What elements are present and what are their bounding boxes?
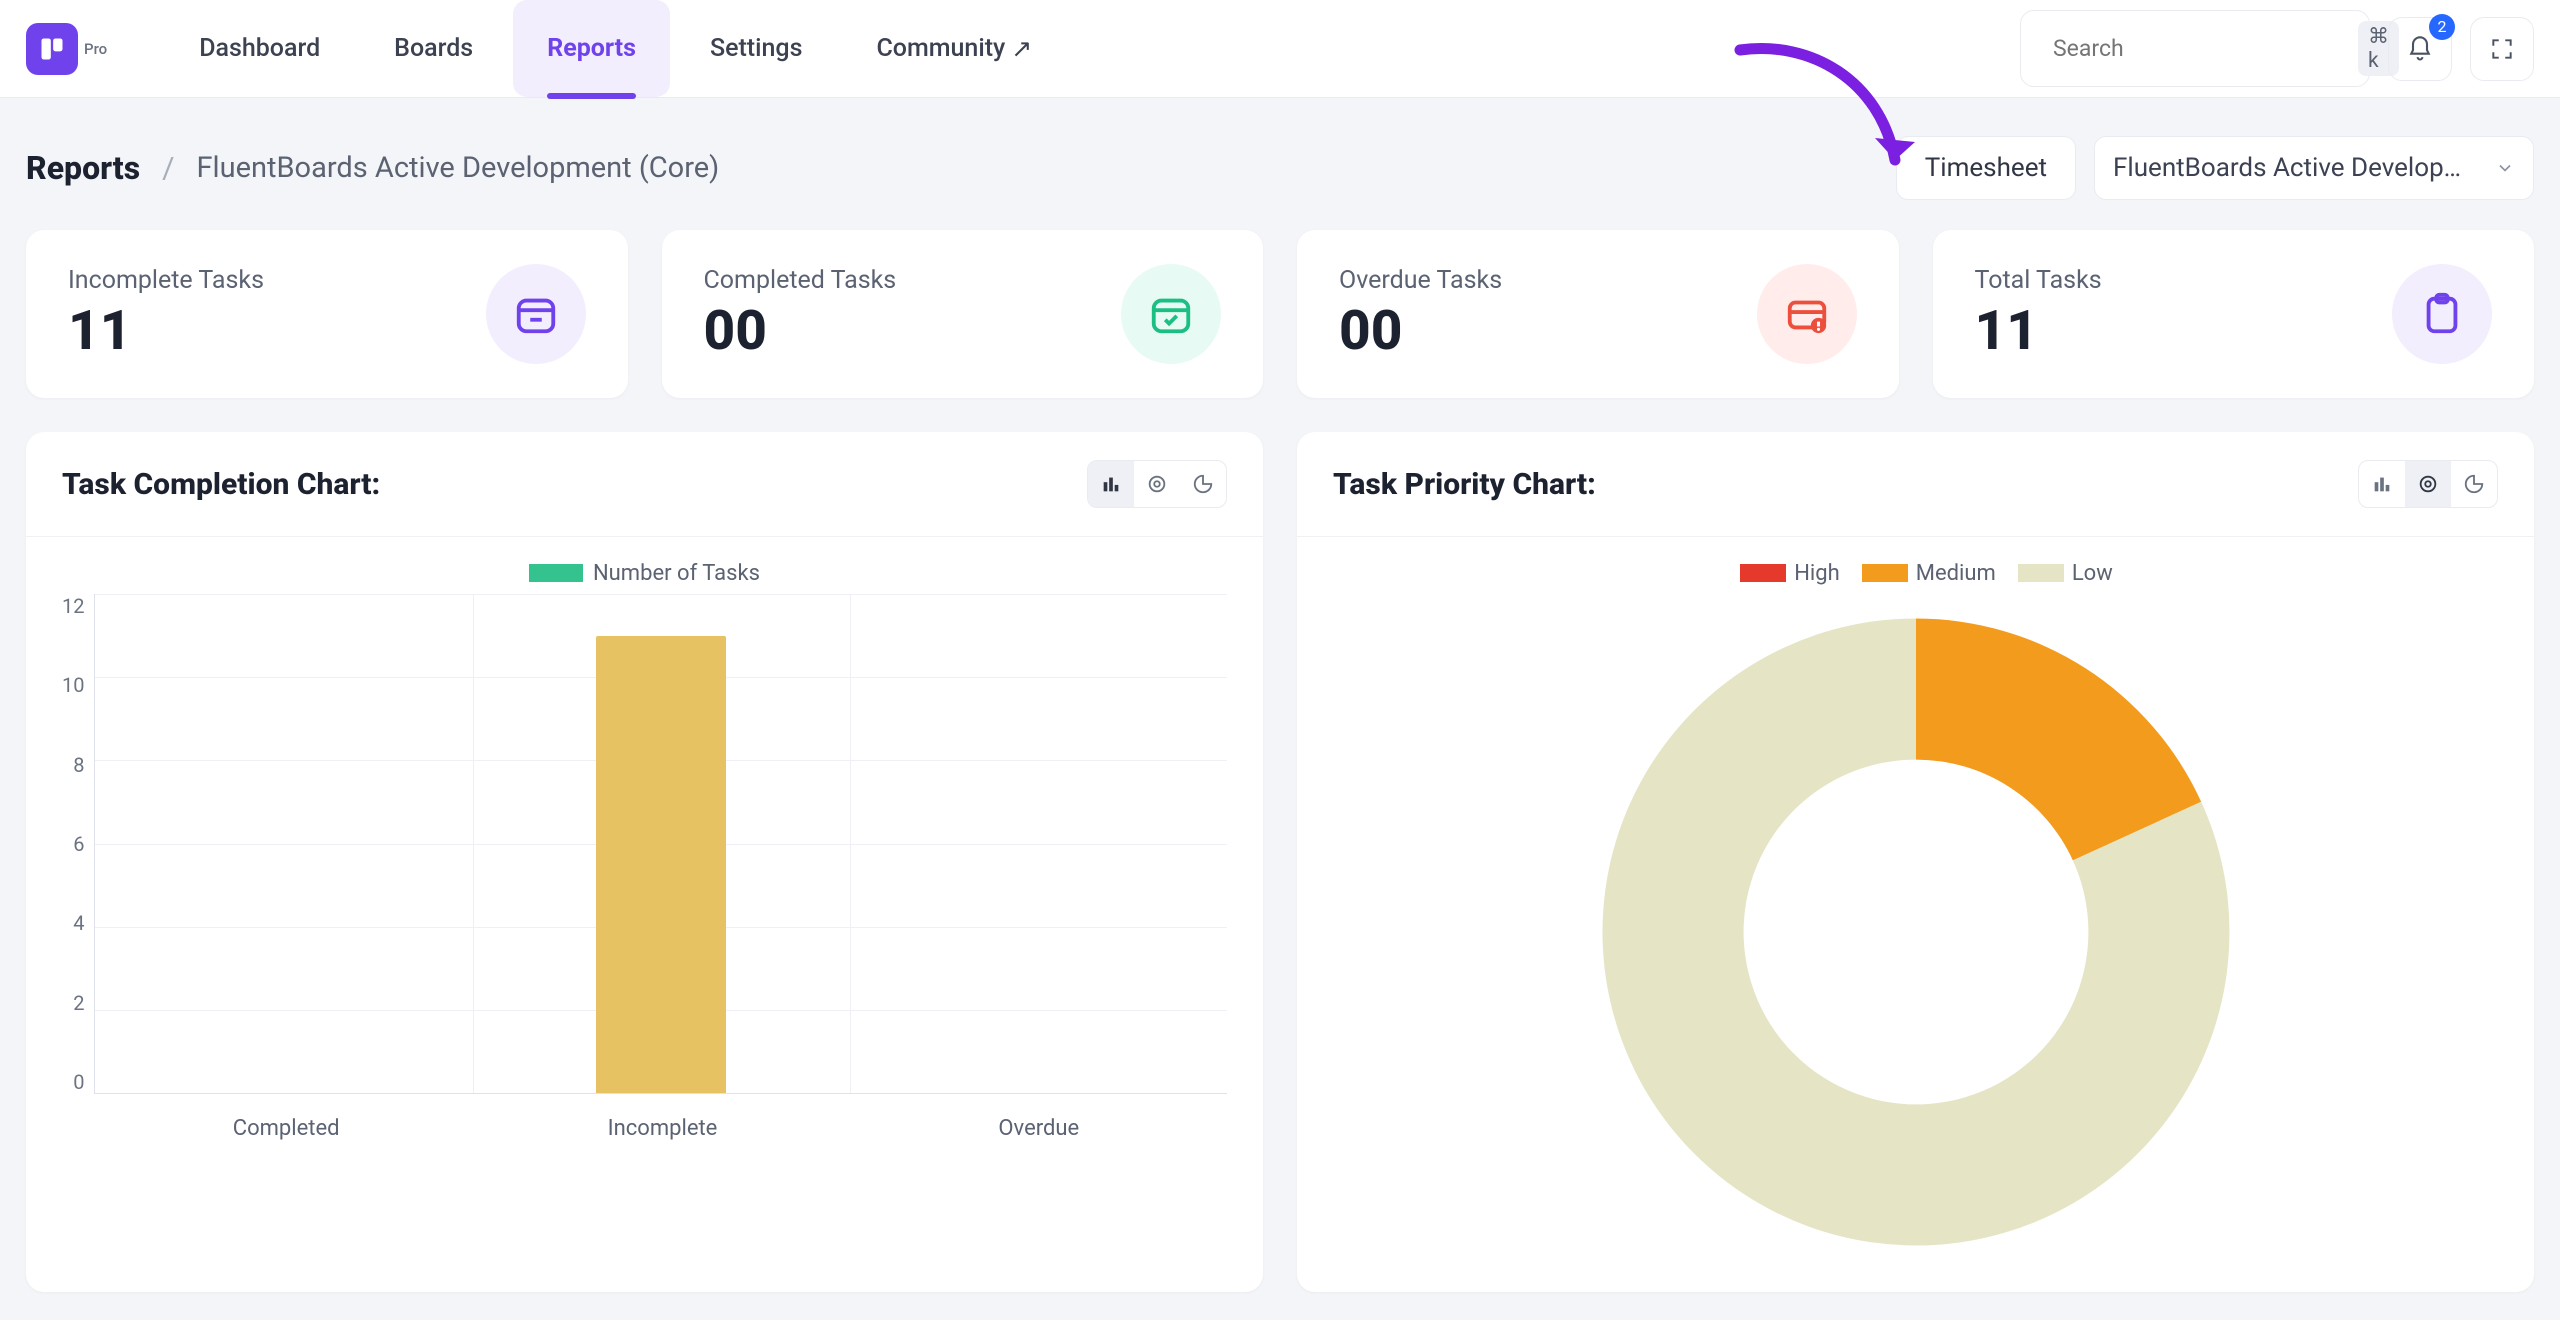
y-tick: 4 bbox=[73, 911, 84, 935]
x-tick: Overdue bbox=[851, 1116, 1227, 1141]
legend-swatch bbox=[1740, 564, 1786, 582]
bar-incomplete[interactable] bbox=[596, 636, 726, 1093]
pie-chart-icon[interactable] bbox=[1180, 461, 1226, 507]
y-axis: 12 10 8 6 4 2 0 bbox=[62, 594, 94, 1094]
calendar-minus-icon bbox=[486, 264, 586, 364]
x-axis: CompletedIncompleteOverdue bbox=[98, 1116, 1227, 1141]
y-tick: 8 bbox=[73, 753, 84, 777]
y-tick: 0 bbox=[73, 1070, 84, 1094]
donut-chart bbox=[1586, 602, 2246, 1262]
card-value: 00 bbox=[704, 299, 897, 363]
timesheet-button[interactable]: Timesheet bbox=[1896, 136, 2076, 200]
primary-nav: DashboardBoardsReportsSettingsCommunity↗ bbox=[165, 0, 1066, 97]
subhead: Reports / FluentBoards Active Developmen… bbox=[0, 98, 2560, 230]
fullscreen-button[interactable] bbox=[2470, 17, 2534, 81]
stat-cards: Incomplete Tasks11Completed Tasks00Overd… bbox=[0, 230, 2560, 398]
nav-settings[interactable]: Settings bbox=[676, 0, 837, 97]
task-completion-panel: Task Completion Chart: Number of Tasks 1… bbox=[26, 432, 1263, 1292]
topbar: Pro DashboardBoardsReportsSettingsCommun… bbox=[0, 0, 2560, 98]
nav-dashboard[interactable]: Dashboard bbox=[165, 0, 354, 97]
panel-body: High Medium Low bbox=[1297, 537, 2534, 1292]
bar-legend: Number of Tasks bbox=[62, 561, 1227, 586]
panel-title: Task Priority Chart: bbox=[1333, 467, 1596, 502]
chart-type-segmented-left bbox=[1087, 460, 1227, 508]
logo-tag: Pro bbox=[84, 40, 107, 58]
pie-chart-icon[interactable] bbox=[2451, 461, 2497, 507]
chart-row: Task Completion Chart: Number of Tasks 1… bbox=[0, 398, 2560, 1292]
clipboard-icon bbox=[2392, 264, 2492, 364]
breadcrumb-sep: / bbox=[162, 151, 174, 186]
legend-swatch bbox=[529, 564, 583, 582]
task-priority-panel: Task Priority Chart: High Medium Low bbox=[1297, 432, 2534, 1292]
bar-chart-icon[interactable] bbox=[1088, 461, 1134, 507]
board-select-value: FluentBoards Active Develop… bbox=[2113, 153, 2461, 183]
donut-legend: High Medium Low bbox=[1333, 561, 2498, 586]
breadcrumb-root[interactable]: Reports bbox=[26, 149, 140, 187]
legend-label: High bbox=[1794, 561, 1840, 586]
y-tick: 10 bbox=[62, 673, 84, 697]
legend-label: Number of Tasks bbox=[593, 561, 760, 586]
expand-icon bbox=[2489, 36, 2515, 62]
board-select[interactable]: FluentBoards Active Develop… bbox=[2094, 136, 2534, 200]
card-value: 11 bbox=[68, 299, 264, 363]
chart-type-segmented-right bbox=[2358, 460, 2498, 508]
bell-icon bbox=[2406, 35, 2434, 63]
search-input[interactable] bbox=[2053, 35, 2344, 62]
nav-boards[interactable]: Boards bbox=[360, 0, 507, 97]
bar-chart-icon[interactable] bbox=[2359, 461, 2405, 507]
subhead-actions: Timesheet FluentBoards Active Develop… bbox=[1896, 136, 2534, 200]
card-total: Total Tasks 11 bbox=[1933, 230, 2535, 398]
panel-head: Task Completion Chart: bbox=[26, 432, 1263, 537]
notifications-button[interactable]: 2 bbox=[2388, 17, 2452, 81]
card-incomplete: Incomplete Tasks 11 bbox=[26, 230, 628, 398]
y-tick: 2 bbox=[73, 991, 84, 1015]
card-alert-icon bbox=[1757, 264, 1857, 364]
card-label: Total Tasks bbox=[1975, 266, 2102, 295]
card-value: 11 bbox=[1975, 299, 2102, 363]
donut-chart-icon[interactable] bbox=[2405, 461, 2451, 507]
legend-swatch bbox=[2018, 564, 2064, 582]
panel-title: Task Completion Chart: bbox=[62, 467, 380, 502]
nav-reports[interactable]: Reports bbox=[513, 0, 670, 97]
topbar-right: ⌘ k 2 bbox=[2020, 10, 2534, 87]
panel-body: Number of Tasks 12 10 8 6 4 2 0 CompletedIncom… bbox=[26, 537, 1263, 1171]
logo-wrap: Pro bbox=[26, 23, 107, 75]
nav-community[interactable]: Community↗ bbox=[842, 0, 1066, 97]
panel-head: Task Priority Chart: bbox=[1297, 432, 2534, 537]
card-completed: Completed Tasks 00 bbox=[662, 230, 1264, 398]
donut-wrap bbox=[1333, 602, 2498, 1262]
breadcrumb-leaf: FluentBoards Active Development (Core) bbox=[197, 151, 720, 185]
notification-badge: 2 bbox=[2429, 14, 2455, 40]
calendar-check-icon bbox=[1121, 264, 1221, 364]
card-label: Incomplete Tasks bbox=[68, 266, 264, 295]
chevron-down-icon bbox=[2495, 158, 2515, 178]
search-box[interactable]: ⌘ k bbox=[2020, 10, 2370, 87]
card-label: Completed Tasks bbox=[704, 266, 897, 295]
y-tick: 6 bbox=[73, 832, 84, 856]
external-link-icon: ↗ bbox=[1011, 34, 1032, 64]
y-tick: 12 bbox=[62, 594, 84, 618]
legend-label: Low bbox=[2072, 561, 2113, 586]
legend-swatch bbox=[1862, 564, 1908, 582]
donut-chart-icon[interactable] bbox=[1134, 461, 1180, 507]
bar-chart: 12 10 8 6 4 2 0 bbox=[62, 594, 1227, 1104]
card-label: Overdue Tasks bbox=[1339, 266, 1502, 295]
card-value: 00 bbox=[1339, 299, 1502, 363]
app-logo-icon[interactable] bbox=[26, 23, 78, 75]
x-tick: Incomplete bbox=[474, 1116, 850, 1141]
legend-label: Medium bbox=[1916, 561, 1996, 586]
plot-area bbox=[94, 594, 1227, 1094]
x-tick: Completed bbox=[98, 1116, 474, 1141]
card-overdue: Overdue Tasks 00 bbox=[1297, 230, 1899, 398]
